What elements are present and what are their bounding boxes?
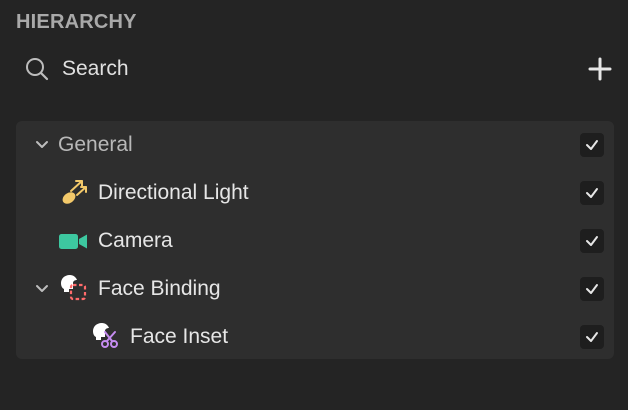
chevron-down-icon[interactable] [34, 281, 50, 297]
add-button[interactable] [588, 57, 612, 81]
tree-item-directional-light[interactable]: Directional Light [16, 169, 614, 217]
tree-item-label: Directional Light [98, 181, 249, 204]
visibility-checkbox[interactable] [580, 133, 604, 157]
checkmark-icon [586, 236, 598, 246]
checkmark-icon [586, 188, 598, 198]
face-binding-icon [61, 275, 87, 301]
tree-group-general[interactable]: General [16, 121, 614, 169]
tree-item-label: Face Inset [130, 325, 229, 348]
directional-light-icon [62, 180, 87, 204]
hierarchy-tree: General Directional Light Camera Face Bi… [16, 121, 614, 359]
tree-group-label: General [58, 133, 133, 156]
checkmark-icon [586, 332, 598, 342]
checkmark-icon [586, 140, 598, 150]
search-icon [26, 58, 49, 81]
visibility-checkbox[interactable] [580, 229, 604, 253]
search-bar [16, 50, 612, 88]
camera-icon [59, 234, 87, 249]
tree-item-face-inset[interactable]: Face Inset [16, 313, 614, 361]
visibility-checkbox[interactable] [580, 181, 604, 205]
visibility-checkbox[interactable] [580, 325, 604, 349]
panel-title: HIERARCHY [16, 11, 137, 33]
chevron-down-icon[interactable] [34, 137, 50, 153]
tree-item-label: Camera [98, 229, 173, 252]
visibility-checkbox[interactable] [580, 277, 604, 301]
tree-item-label: Face Binding [98, 277, 221, 300]
tree-item-camera[interactable]: Camera [16, 217, 614, 265]
checkmark-icon [586, 284, 598, 294]
search-input[interactable] [62, 57, 542, 81]
tree-item-face-binding[interactable]: Face Binding [16, 265, 614, 313]
face-inset-icon [93, 323, 118, 348]
